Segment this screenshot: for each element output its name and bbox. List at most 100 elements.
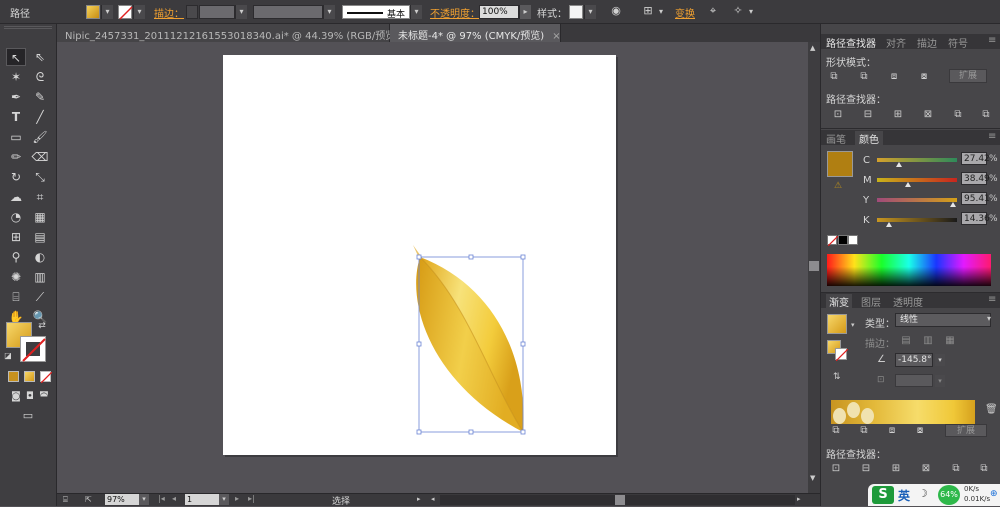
cyan-value[interactable]: 27.42 xyxy=(961,152,990,165)
vertical-scroll-thumb[interactable] xyxy=(809,261,819,271)
gradient-type-dropdown-icon[interactable]: ▾ xyxy=(987,314,991,323)
exclude-icon[interactable]: ⧇ xyxy=(913,424,927,437)
divide-icon[interactable]: ⊡ xyxy=(831,108,845,121)
minus-front-icon[interactable]: ⧉ xyxy=(857,424,871,437)
tab-color[interactable]: 颜色 xyxy=(855,131,883,146)
scroll-right-icon[interactable]: ▸ xyxy=(797,495,801,503)
selection-tool-icon[interactable]: ↖ xyxy=(6,48,26,66)
magenta-slider-thumb[interactable] xyxy=(904,182,911,187)
scroll-down-icon[interactable]: ▼ xyxy=(810,474,815,482)
isolate-icon[interactable]: ⌖ xyxy=(705,4,721,18)
white-color-chip[interactable] xyxy=(848,235,858,245)
black-color-chip[interactable] xyxy=(838,235,848,245)
divide-icon[interactable]: ⊡ xyxy=(829,462,843,475)
fill-dropdown-icon[interactable]: ▾ xyxy=(101,5,113,19)
gradient-slider[interactable] xyxy=(831,400,975,424)
tab-symbols[interactable]: 符号 xyxy=(948,35,968,50)
recolor-artwork-icon[interactable]: ◉ xyxy=(608,4,624,17)
expand-button[interactable]: 扩展 xyxy=(949,69,987,83)
eraser-tool-icon[interactable]: ⌫ xyxy=(30,148,50,166)
minus-back-icon[interactable]: ⧉ xyxy=(977,462,991,475)
pencil-tool-icon[interactable]: ✏ xyxy=(6,148,26,166)
align-icon[interactable]: ⊞ xyxy=(640,4,656,17)
column-graph-tool-icon[interactable]: ▥ xyxy=(30,268,50,286)
stroke-color-box[interactable] xyxy=(20,336,46,362)
shape-builder-tool-icon[interactable]: ◔ xyxy=(6,208,26,226)
gradient-tool-icon[interactable]: ▤ xyxy=(30,228,50,246)
last-page-icon[interactable]: ▸| xyxy=(248,494,255,503)
tab-stroke[interactable]: 描边 xyxy=(917,35,937,50)
gradient-mode-button[interactable] xyxy=(24,371,35,382)
crop-icon[interactable]: ⊠ xyxy=(921,108,935,121)
eyedropper-tool-icon[interactable]: ⚲ xyxy=(6,248,26,266)
curvature-tool-icon[interactable]: ✎ xyxy=(30,88,50,106)
perspective-grid-tool-icon[interactable]: ▦ xyxy=(30,208,50,226)
gradient-type-select[interactable]: 线性 xyxy=(895,313,991,327)
delete-stop-icon[interactable]: 🗑 xyxy=(985,404,998,415)
lasso-tool-icon[interactable]: ᘓ xyxy=(30,68,50,86)
first-page-icon[interactable]: |◂ xyxy=(158,494,165,503)
magic-wand-tool-icon[interactable]: ✶ xyxy=(6,68,26,86)
rectangle-tool-icon[interactable]: ▭ xyxy=(6,128,26,146)
cyan-slider-thumb[interactable] xyxy=(895,162,902,167)
variable-width-dropdown-icon[interactable]: ▾ xyxy=(323,5,335,19)
black-value[interactable]: 14.36 xyxy=(961,212,990,225)
black-slider-thumb[interactable] xyxy=(885,222,892,227)
transform-options-icon[interactable]: ✧ xyxy=(730,4,746,17)
brush-dropdown-icon[interactable]: ▾ xyxy=(410,5,422,19)
yellow-value[interactable]: 95.41 xyxy=(961,192,990,205)
horizontal-scroll-thumb[interactable] xyxy=(615,495,625,505)
rotate-tool-icon[interactable]: ↻ xyxy=(6,168,26,186)
slice-tool-icon[interactable]: ⟋ xyxy=(30,288,50,306)
page-dropdown-icon[interactable]: ▾ xyxy=(219,494,229,505)
stroke-along-icon[interactable]: ▥ xyxy=(921,334,935,347)
battery-indicator[interactable]: 64% xyxy=(938,485,960,505)
stroke-weight-field[interactable] xyxy=(199,5,235,19)
magenta-slider[interactable] xyxy=(877,178,957,182)
zoom-field[interactable]: 97% xyxy=(105,494,139,505)
sogou-ime-icon[interactable]: S xyxy=(872,486,894,504)
opacity-field[interactable]: 100% xyxy=(479,5,519,19)
scale-tool-icon[interactable]: ⤡ xyxy=(30,168,50,186)
next-page-icon[interactable]: ▸ xyxy=(235,494,239,503)
variable-width-field[interactable] xyxy=(253,5,323,19)
stroke-swatch[interactable] xyxy=(118,5,133,20)
gradient-angle-field[interactable]: -145.8° xyxy=(895,353,933,367)
ime-language-label[interactable]: 英 xyxy=(898,487,910,504)
panel-menu-icon[interactable]: ≡ xyxy=(988,131,996,142)
magenta-value[interactable]: 38.49 xyxy=(961,172,990,185)
gradient-stop[interactable] xyxy=(833,408,846,424)
style-dropdown-icon[interactable]: ▾ xyxy=(584,5,596,19)
exclude-icon[interactable]: ⧇ xyxy=(917,70,931,83)
color-swatch[interactable] xyxy=(827,151,853,177)
transform-label[interactable]: 变换 xyxy=(675,5,695,20)
scroll-left-icon[interactable]: ◂ xyxy=(431,495,435,503)
paintbrush-tool-icon[interactable]: 🖌 xyxy=(30,128,50,146)
close-tab-icon[interactable]: × xyxy=(552,31,560,42)
draw-inside-icon[interactable]: ◚ xyxy=(34,388,54,406)
tab-brushes[interactable]: 画笔 xyxy=(826,131,846,146)
symbol-sprayer-tool-icon[interactable]: ✺ xyxy=(6,268,26,286)
intersect-icon[interactable]: ⧈ xyxy=(885,424,899,437)
merge-icon[interactable]: ⊞ xyxy=(891,108,905,121)
stroke-label[interactable]: 描边： xyxy=(154,5,184,20)
gradient-preview-swatch[interactable] xyxy=(827,314,847,334)
yellow-slider-thumb[interactable] xyxy=(950,202,957,207)
prev-page-icon[interactable]: ◂ xyxy=(172,494,176,503)
scroll-up-icon[interactable]: ▲ xyxy=(810,44,815,52)
gradient-stroke-box[interactable] xyxy=(835,348,848,361)
artboard[interactable] xyxy=(223,55,616,455)
gradient-stop[interactable] xyxy=(861,408,874,424)
align-dropdown-icon[interactable]: ▾ xyxy=(655,5,667,19)
expand-button[interactable]: 扩展 xyxy=(945,424,987,437)
panel-menu-icon[interactable]: ≡ xyxy=(988,35,996,46)
status-arrow-icon[interactable]: ▸ xyxy=(417,495,421,503)
pen-tool-icon[interactable]: ✒ xyxy=(6,88,26,106)
vertical-scrollbar[interactable]: ▲ ▼ xyxy=(808,42,820,493)
direct-selection-tool-icon[interactable]: ⇖ xyxy=(30,48,50,66)
yellow-slider[interactable] xyxy=(877,198,957,202)
mesh-tool-icon[interactable]: ⊞ xyxy=(6,228,26,246)
color-spectrum[interactable] xyxy=(827,254,991,286)
leaf-artwork[interactable] xyxy=(223,55,616,455)
toolbar-grip[interactable] xyxy=(4,26,52,29)
